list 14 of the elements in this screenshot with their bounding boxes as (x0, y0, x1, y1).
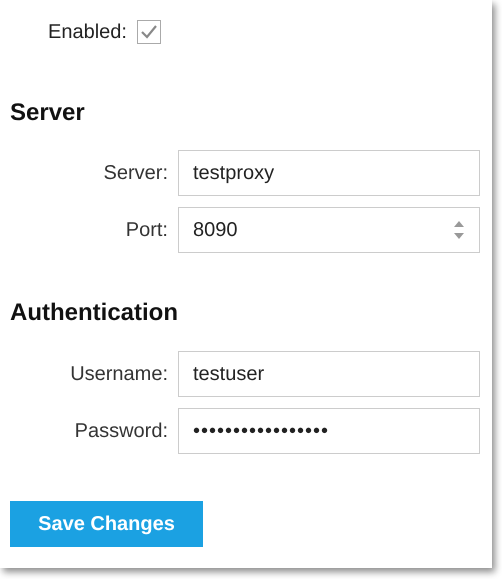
input-field[interactable]: testuser (178, 351, 480, 397)
field-label: Password: (74, 420, 168, 442)
input-field[interactable]: testproxy (178, 150, 480, 196)
field-label: Server: (102, 162, 168, 184)
enabled-label: Enabled: (48, 20, 127, 44)
checkmark-icon (140, 24, 158, 40)
spinner-icon[interactable] (453, 219, 465, 241)
section-heading: Authentication (9, 298, 179, 328)
field-label: Port: (124, 218, 168, 242)
number-field[interactable]: 8090 (178, 207, 480, 253)
section-heading: Server (9, 98, 86, 128)
enabled-checkbox[interactable] (136, 20, 161, 44)
password-field[interactable]: ••••••••••••••••• (178, 408, 480, 454)
field-label: Username: (69, 362, 168, 386)
